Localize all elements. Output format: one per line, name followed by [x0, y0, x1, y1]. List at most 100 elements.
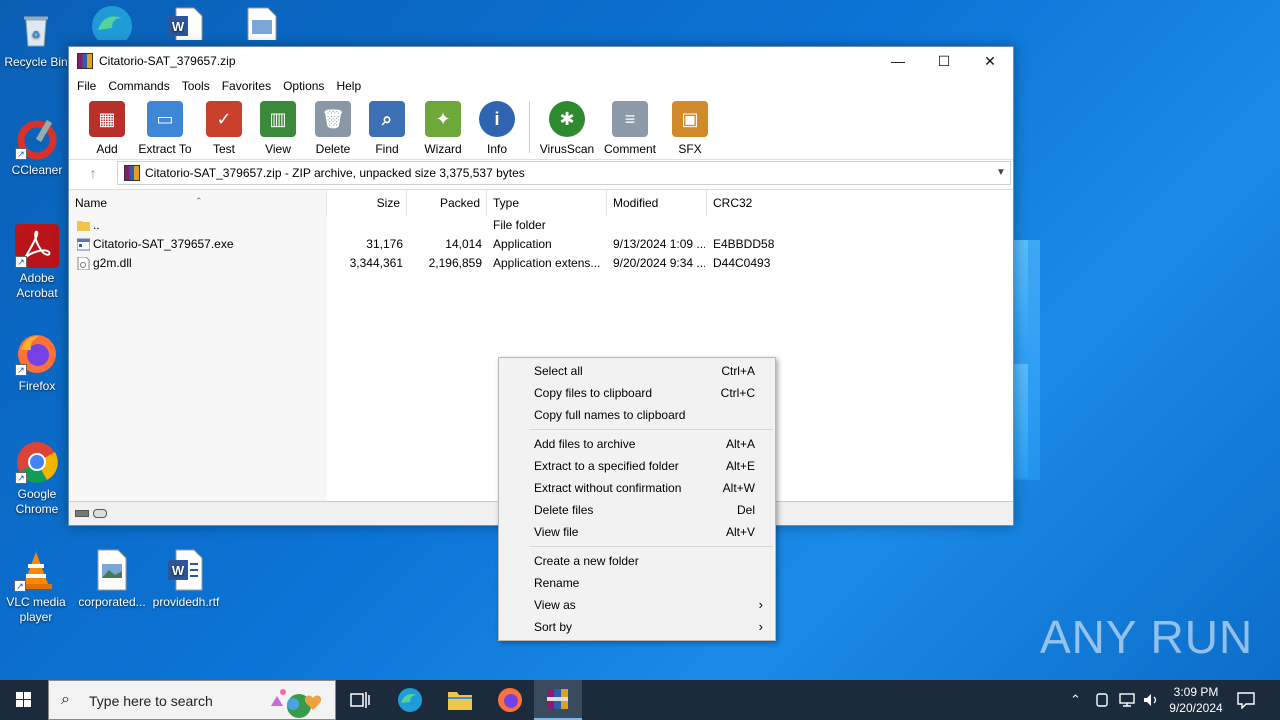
minimize-button[interactable]: — [875, 47, 921, 75]
menu-item-sort-by[interactable]: Sort by › [501, 616, 773, 638]
tray-device[interactable] [1094, 680, 1110, 720]
file-packed: 2,196,859 [428, 256, 482, 270]
anyrun-watermark: ANY RUN [1040, 611, 1254, 663]
menu-file[interactable]: File [71, 79, 102, 93]
toolbar-label: VirusScan [539, 142, 595, 156]
maximize-button[interactable]: ☐ [921, 47, 967, 75]
sfx-button[interactable]: ▣ SFX [662, 101, 718, 156]
menu-item-copy-files[interactable]: Copy files to clipboard Ctrl+C [501, 382, 773, 404]
desktop-icon-edge[interactable] [76, 0, 148, 40]
comment-button[interactable]: ≡ Comment [598, 101, 662, 156]
info-button[interactable]: i Info [471, 101, 523, 156]
menu-item-copy-full-names[interactable]: Copy full names to clipboard [501, 404, 773, 426]
taskbar-firefox[interactable] [486, 680, 534, 720]
close-button[interactable]: ✕ [967, 47, 1013, 75]
tray-volume[interactable] [1142, 680, 1160, 720]
desktop-icon-image[interactable] [226, 0, 298, 40]
menu-item-add-files[interactable]: Add files to archive Alt+A [501, 433, 773, 455]
file-crc: E4BBDD58 [713, 237, 775, 251]
menu-item-select-all[interactable]: Select all Ctrl+A [501, 360, 773, 382]
menu-item-create-folder[interactable]: Create a new folder [501, 550, 773, 572]
menu-item-shortcut: Alt+E [725, 459, 755, 473]
recycle-bin-icon: ♻ [14, 8, 58, 52]
menu-item-view-as[interactable]: View as › [501, 594, 773, 616]
title-bar[interactable]: Citatorio-SAT_379657.zip — ☐ ✕ [69, 47, 1013, 75]
task-view-button[interactable] [336, 680, 384, 720]
column-header-modified[interactable]: Modified [607, 190, 707, 216]
menu-favorites[interactable]: Favorites [216, 79, 277, 93]
trash-icon: 🗑 [315, 101, 351, 137]
menu-tools[interactable]: Tools [176, 79, 216, 93]
desktop-icon-google-chrome[interactable]: ↗ Google Chrome [1, 440, 73, 517]
table-row[interactable]: .. File folder [69, 216, 1013, 235]
menu-item-delete-files[interactable]: Delete files Del [501, 499, 773, 521]
taskbar-search[interactable]: ⌕ Type here to search [48, 680, 336, 720]
desktop-icon-label: Adobe Acrobat [16, 271, 58, 300]
file-modified: 9/20/2024 9:34 ... [613, 256, 705, 270]
column-header-crc32[interactable]: CRC32 [707, 190, 777, 216]
desktop-icon-word-doc[interactable]: W [150, 0, 222, 40]
start-button[interactable] [0, 680, 48, 720]
wallpaper-pane [1012, 240, 1028, 358]
tray-network[interactable] [1118, 680, 1136, 720]
add-button[interactable]: ▦ Add [83, 101, 131, 156]
show-hidden-icons-button[interactable]: ⌃ [1070, 680, 1081, 720]
desktop-icon-corporated[interactable]: corporated... [76, 548, 148, 610]
column-header-name[interactable]: Name ⌃ [69, 190, 327, 216]
wallpaper-pane [1012, 364, 1028, 478]
menu-help[interactable]: Help [330, 79, 367, 93]
menu-commands[interactable]: Commands [102, 79, 175, 93]
menu-separator [529, 546, 773, 547]
view-button[interactable]: ▥ View [249, 101, 307, 156]
desktop-icon-providedh-rtf[interactable]: W providedh.rtf [150, 548, 222, 610]
menu-item-extract-to-folder[interactable]: Extract to a specified folder Alt+E [501, 455, 773, 477]
menu-item-view-file[interactable]: View file Alt+V [501, 521, 773, 543]
notifications-button[interactable] [1236, 680, 1256, 720]
menu-item-extract-without-confirmation[interactable]: Extract without confirmation Alt+W [501, 477, 773, 499]
menu-item-shortcut: Ctrl+C [720, 386, 755, 400]
virusscan-button[interactable]: ✱ VirusScan [536, 101, 598, 156]
taskbar-winrar[interactable] [534, 680, 582, 720]
wizard-button[interactable]: ✦ Wizard [415, 101, 471, 156]
desktop-icon-ccleaner[interactable]: ↗ CCleaner [1, 116, 73, 178]
up-arrow-icon[interactable]: ↑ [69, 165, 117, 181]
address-field[interactable]: Citatorio-SAT_379657.zip - ZIP archive, … [117, 160, 1011, 185]
svg-text:W: W [172, 19, 185, 34]
toolbar-label: Extract To [138, 142, 192, 156]
taskbar-file-explorer[interactable] [436, 680, 484, 720]
menu-item-label: Create a new folder [534, 554, 639, 568]
vlc-cone-icon: ↗ [14, 548, 58, 592]
delete-button[interactable]: 🗑 Delete [307, 101, 359, 156]
menu-item-label: Copy full names to clipboard [534, 408, 686, 422]
file-crc: D44C0493 [713, 256, 771, 270]
file-name: .. [93, 218, 100, 232]
extract-to-button[interactable]: ▭ Extract To [131, 101, 199, 156]
table-row[interactable]: g2m.dll 3,344,361 2,196,859 Application … [69, 254, 1013, 273]
column-header-type[interactable]: Type [487, 190, 607, 216]
svg-text:♻: ♻ [32, 30, 41, 41]
taskbar-clock[interactable]: 3:09 PM 9/20/2024 [1160, 684, 1232, 716]
desktop-icon-firefox[interactable]: ↗ Firefox [1, 332, 73, 394]
menu-item-label: Delete files [534, 503, 594, 517]
menu-separator [529, 429, 773, 430]
menu-item-rename[interactable]: Rename [501, 572, 773, 594]
chrome-icon: ↗ [15, 440, 59, 484]
desktop-icon-recycle-bin[interactable]: ♻ Recycle Bin [0, 8, 72, 70]
search-placeholder: Type here to search [89, 693, 213, 709]
chevron-down-icon[interactable]: ▼ [992, 167, 1010, 178]
menu-options[interactable]: Options [277, 79, 330, 93]
shortcut-arrow-icon: ↗ [15, 472, 27, 484]
desktop-icon-vlc[interactable]: ↗ VLC media player [0, 548, 72, 625]
desktop-icon-adobe-acrobat[interactable]: ↗ Adobe Acrobat [1, 224, 73, 301]
table-row[interactable]: Citatorio-SAT_379657.exe 31,176 14,014 A… [69, 235, 1013, 254]
svg-text:W: W [172, 563, 185, 578]
column-header-size[interactable]: Size [327, 190, 407, 216]
menu-item-label: Copy files to clipboard [534, 386, 653, 400]
menu-bar: File Commands Tools Favorites Options He… [69, 75, 1013, 97]
column-header-packed[interactable]: Packed [407, 190, 487, 216]
search-icon: ⌕ [61, 691, 70, 708]
taskbar-edge[interactable] [386, 680, 434, 720]
find-button[interactable]: ⌕ Find [359, 101, 415, 156]
test-button[interactable]: ✓ Test [199, 101, 249, 156]
image-file-icon [90, 548, 134, 592]
